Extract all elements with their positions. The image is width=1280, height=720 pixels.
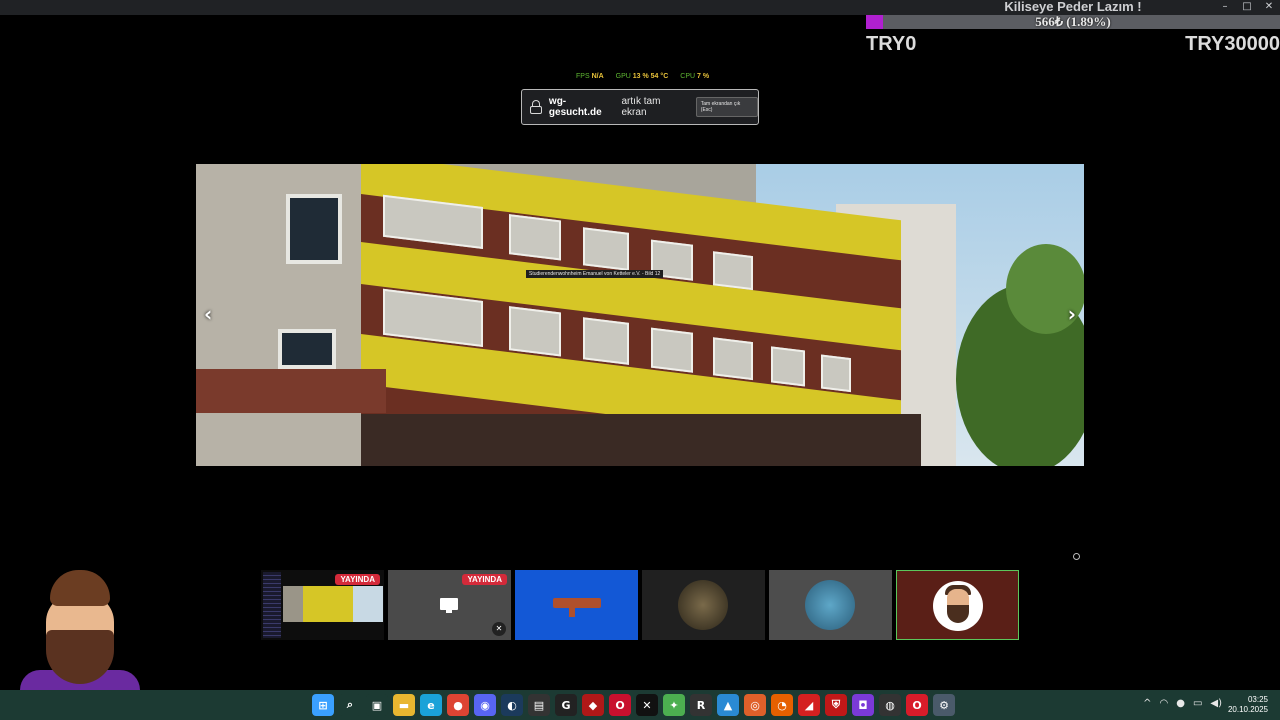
file-explorer-icon[interactable]: ▬	[393, 694, 415, 716]
cpu-readout: CPU 7 %	[680, 73, 710, 80]
windows-taskbar: ⊞ ⌕ ▣ ▬ e ● ◉ ◐ ▤ G ◆ O ✕ ✦ R ▲ ◎ ◔ ◢ ⛨ ◘ ◍ O ⚙ ^ ◠ ● ▭ ◀) 03:2…	[0, 690, 1280, 720]
donation-min-label: TRY0	[866, 33, 917, 55]
obs-icon[interactable]: ◍	[879, 694, 901, 716]
shield-app-icon[interactable]: ⛨	[825, 694, 847, 716]
exit-fullscreen-button[interactable]: Tam ekrandan çık (Esc)	[695, 97, 758, 117]
next-image-button[interactable]: ›	[1068, 302, 1076, 326]
task-view-icon[interactable]: ▣	[366, 694, 388, 716]
live-badge: YAYINDA	[462, 574, 507, 585]
clock-time: 03:25	[1247, 695, 1268, 704]
participant-tile-screen-share-2[interactable]: YAYINDA ✕	[388, 570, 511, 640]
chrome-icon[interactable]: ●	[447, 694, 469, 716]
photo-awning	[196, 369, 386, 413]
donation-progress-bar: 566₺ (1.89%)	[866, 15, 1280, 29]
donation-max-label: TRY30000	[1185, 33, 1280, 55]
tray-overflow-chevron-icon[interactable]: ^	[1143, 698, 1151, 709]
screen-share-thumbnail	[283, 586, 383, 622]
participant-tile-screen-share-1[interactable]: YAYINDA	[261, 570, 384, 640]
edge-icon[interactable]: e	[420, 694, 442, 716]
orange-app-icon[interactable]: ◎	[744, 694, 766, 716]
avatar	[678, 580, 728, 630]
screen-share-icon	[440, 598, 458, 613]
search-icon[interactable]: ⌕	[339, 694, 361, 716]
gallery-photo: Studierendenwohnheim Emanuel von Kettele…	[196, 164, 1084, 466]
opera-icon[interactable]: O	[906, 694, 928, 716]
fullscreen-domain: wg-gesucht.de	[548, 96, 602, 118]
terminal-icon[interactable]: ▤	[528, 694, 550, 716]
discord-icon[interactable]: ◉	[474, 694, 496, 716]
red-arrow-app-icon[interactable]: ◢	[798, 694, 820, 716]
steam-icon[interactable]: ◐	[501, 694, 523, 716]
donation-progress-text: 566₺ (1.89%)	[1035, 14, 1111, 29]
display-icon[interactable]: ▭	[1193, 698, 1202, 709]
muted-speaker-icon: ✕	[492, 622, 506, 636]
windows-start-icon[interactable]: ⊞	[312, 694, 334, 716]
red-app-icon[interactable]: ◆	[582, 694, 604, 716]
fullscreen-notice: wg-gesucht.de artık tam ekran Tam ekrand…	[521, 89, 759, 125]
opera-gx-icon[interactable]: O	[609, 694, 631, 716]
performance-overlay: FPS N/A GPU 13 % 54 °C CPU 7 %	[576, 73, 709, 80]
rifle-icon	[553, 598, 601, 617]
donation-goal-widget: Kiliseye Peder Lazım ! 566₺ (1.89%) TRY0…	[866, 0, 1280, 60]
system-tray: ^ ◠ ● ▭ ◀)	[1143, 698, 1222, 709]
g-app-icon[interactable]: G	[555, 694, 577, 716]
photo-left-window-lower	[278, 329, 336, 369]
participant-tiles: YAYINDA YAYINDA ✕	[261, 570, 1019, 640]
participant-tile-stitch-avatar[interactable]	[769, 570, 892, 640]
avatar	[933, 581, 983, 631]
avatar	[805, 580, 855, 630]
settings-dot-icon[interactable]	[1073, 553, 1080, 560]
green-app-icon[interactable]: ✦	[663, 694, 685, 716]
taskbar-app-icons: ⊞ ⌕ ▣ ▬ e ● ◉ ◐ ▤ G ◆ O ✕ ✦ R ▲ ◎ ◔ ◢ ⛨ ◘ ◍ O ⚙	[312, 694, 955, 716]
participant-tile-rifle-avatar[interactable]	[515, 570, 638, 640]
microphone-icon[interactable]: ●	[1176, 698, 1185, 709]
firefox-icon[interactable]: ◔	[771, 694, 793, 716]
clock-date: 20.10.2025	[1227, 705, 1268, 714]
donation-goal-title: Kiliseye Peder Lazım !	[1004, 0, 1142, 14]
image-caption-tooltip: Studierendenwohnheim Emanuel von Kettele…	[526, 270, 664, 278]
r-app-icon[interactable]: R	[690, 694, 712, 716]
previous-image-button[interactable]: ‹	[204, 302, 212, 326]
photos-icon[interactable]: ▲	[717, 694, 739, 716]
wifi-icon[interactable]: ◠	[1159, 698, 1168, 709]
taskbar-clock[interactable]: 03:25 20.10.2025	[1228, 695, 1268, 715]
settings-icon[interactable]: ⚙	[933, 694, 955, 716]
screen: – □ ✕ Kiliseye Peder Lazım ! 566₺ (1.89%…	[0, 0, 1280, 720]
photo-left-window-upper	[286, 194, 342, 264]
fps-readout: FPS N/A	[576, 73, 604, 80]
lock-icon	[530, 100, 542, 114]
photo-ground-floor	[361, 414, 921, 466]
participant-tile-dark-avatar[interactable]	[642, 570, 765, 640]
streamer-avatar	[20, 570, 140, 690]
gpu-readout: GPU 13 % 54 °C	[615, 73, 669, 80]
live-badge: YAYINDA	[335, 574, 380, 585]
purple-app-icon[interactable]: ◘	[852, 694, 874, 716]
volume-icon[interactable]: ◀)	[1210, 698, 1222, 709]
fullscreen-text: artık tam ekran	[621, 96, 661, 118]
capcut-icon[interactable]: ✕	[636, 694, 658, 716]
participant-tile-active-speaker[interactable]	[896, 570, 1019, 640]
